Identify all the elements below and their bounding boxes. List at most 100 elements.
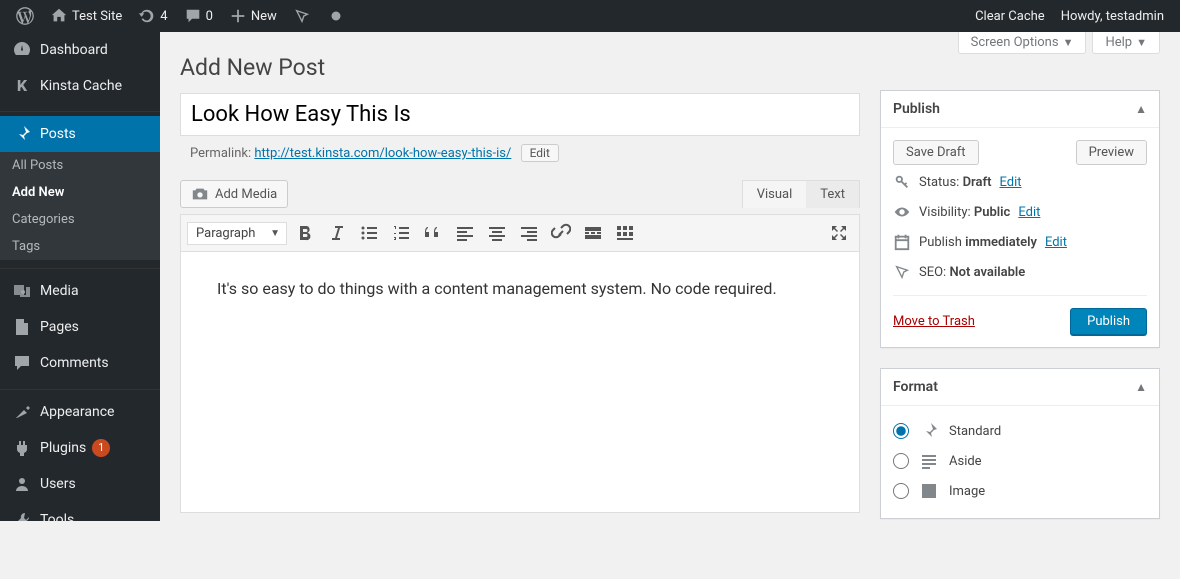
submenu-all-posts[interactable]: All Posts — [0, 152, 160, 179]
submenu-categories[interactable]: Categories — [0, 206, 160, 233]
screen-meta-links: Screen Options▼ Help▼ — [952, 32, 1160, 54]
clear-cache-link[interactable]: Clear Cache — [967, 0, 1053, 32]
editor-tabs: Visual Text — [742, 180, 860, 208]
wordpress-icon — [16, 7, 34, 25]
align-center-icon — [487, 223, 507, 243]
menu-pages[interactable]: Pages — [0, 309, 160, 345]
format-option-aside[interactable]: Aside — [893, 446, 1147, 476]
chevron-down-icon: ▼ — [1136, 36, 1147, 49]
menu-comments[interactable]: Comments — [0, 345, 160, 381]
menu-users[interactable]: Users — [0, 466, 160, 502]
editor: Paragraph It's so easy to do things with — [180, 214, 860, 513]
menu-appearance[interactable]: Appearance — [0, 394, 160, 430]
pin-icon — [919, 421, 939, 441]
permalink-label: Permalink: — [190, 146, 251, 161]
chevron-up-icon: ▲ — [1135, 380, 1147, 394]
appearance-icon — [12, 402, 32, 422]
blockquote-button[interactable] — [419, 219, 447, 247]
format-option-standard[interactable]: Standard — [893, 416, 1147, 446]
bold-button[interactable] — [291, 219, 319, 247]
admin-menu: Dashboard K Kinsta Cache Posts All Posts… — [0, 32, 160, 521]
format-radio-standard[interactable] — [893, 423, 909, 439]
admin-bar: Test Site 4 0 New Clear Cache Howdy, tes… — [0, 0, 1180, 32]
link-button[interactable] — [547, 219, 575, 247]
new-content-link[interactable]: New — [221, 0, 285, 32]
permalink-row: Permalink: http://test.kinsta.com/look-h… — [180, 136, 860, 174]
menu-tools[interactable]: Tools — [0, 502, 160, 521]
new-label: New — [251, 9, 277, 24]
site-name-link[interactable]: Test Site — [42, 0, 130, 32]
seo-icon — [293, 7, 311, 25]
save-draft-button[interactable]: Save Draft — [893, 140, 979, 165]
italic-button[interactable] — [323, 219, 351, 247]
edit-status-link[interactable]: Edit — [999, 175, 1021, 190]
pages-icon — [12, 317, 32, 337]
page-title: Add New Post — [180, 42, 860, 93]
chevron-up-icon: ▲ — [1135, 102, 1147, 116]
bullet-list-button[interactable] — [355, 219, 383, 247]
status-indicator[interactable] — [319, 0, 353, 32]
tools-icon — [12, 510, 32, 521]
align-left-icon — [455, 223, 475, 243]
number-list-button[interactable] — [387, 219, 415, 247]
howdy-link[interactable]: Howdy, testadmin — [1053, 0, 1172, 32]
link-icon — [551, 223, 571, 243]
status-row: Status: Draft Edit — [893, 167, 1147, 197]
preview-button[interactable]: Preview — [1076, 140, 1147, 165]
format-metabox-header[interactable]: Format ▲ — [881, 369, 1159, 406]
comments-icon — [12, 353, 32, 373]
italic-icon — [327, 223, 347, 243]
quote-icon — [423, 223, 443, 243]
visibility-icon — [893, 203, 911, 221]
menu-kinsta-cache[interactable]: K Kinsta Cache — [0, 68, 160, 103]
circle-icon — [327, 7, 345, 25]
publish-metabox-header[interactable]: Publish ▲ — [881, 91, 1159, 128]
fullscreen-icon — [829, 223, 849, 243]
comments-link[interactable]: 0 — [176, 0, 221, 32]
camera-icon — [191, 185, 209, 203]
permalink-edit-button[interactable]: Edit — [521, 144, 559, 162]
updates-link[interactable]: 4 — [130, 0, 175, 32]
editor-content[interactable]: It's so easy to do things with a content… — [181, 252, 859, 512]
tab-visual[interactable]: Visual — [743, 181, 807, 208]
home-icon — [50, 7, 68, 25]
updates-count: 4 — [160, 9, 167, 24]
add-media-button[interactable]: Add Media — [180, 180, 288, 208]
seo-row: SEO: Not available — [893, 257, 1147, 287]
submenu-tags[interactable]: Tags — [0, 233, 160, 260]
align-right-button[interactable] — [515, 219, 543, 247]
menu-plugins[interactable]: Plugins 1 — [0, 430, 160, 466]
posts-submenu: All Posts Add New Categories Tags — [0, 152, 160, 260]
fullscreen-button[interactable] — [825, 219, 853, 247]
edit-schedule-link[interactable]: Edit — [1045, 235, 1067, 250]
menu-media[interactable]: Media — [0, 273, 160, 309]
help-tab[interactable]: Help▼ — [1092, 32, 1160, 54]
format-select[interactable]: Paragraph — [187, 222, 287, 245]
wp-logo[interactable] — [8, 0, 42, 32]
edit-visibility-link[interactable]: Edit — [1018, 205, 1040, 220]
align-left-button[interactable] — [451, 219, 479, 247]
permalink-url[interactable]: http://test.kinsta.com/look-how-easy-thi… — [254, 146, 511, 161]
post-title-input[interactable] — [180, 93, 860, 136]
format-radio-image[interactable] — [893, 483, 909, 499]
publish-button[interactable]: Publish — [1070, 308, 1147, 335]
format-radio-aside[interactable] — [893, 453, 909, 469]
format-option-image[interactable]: Image — [893, 476, 1147, 506]
read-more-button[interactable] — [579, 219, 607, 247]
screen-options-tab[interactable]: Screen Options▼ — [958, 32, 1087, 54]
dashboard-icon — [12, 40, 32, 60]
plugins-badge: 1 — [92, 439, 110, 457]
menu-dashboard[interactable]: Dashboard — [0, 32, 160, 68]
bold-icon — [295, 223, 315, 243]
toolbar-toggle-button[interactable] — [611, 219, 639, 247]
comments-count: 0 — [206, 9, 213, 24]
site-name: Test Site — [72, 9, 122, 24]
menu-posts[interactable]: Posts — [0, 116, 160, 152]
submenu-add-new[interactable]: Add New — [0, 179, 160, 206]
readmore-icon — [583, 223, 603, 243]
align-center-button[interactable] — [483, 219, 511, 247]
users-icon — [12, 474, 32, 494]
seo-link[interactable] — [285, 0, 319, 32]
move-to-trash-link[interactable]: Move to Trash — [893, 314, 975, 329]
tab-text[interactable]: Text — [806, 181, 859, 208]
